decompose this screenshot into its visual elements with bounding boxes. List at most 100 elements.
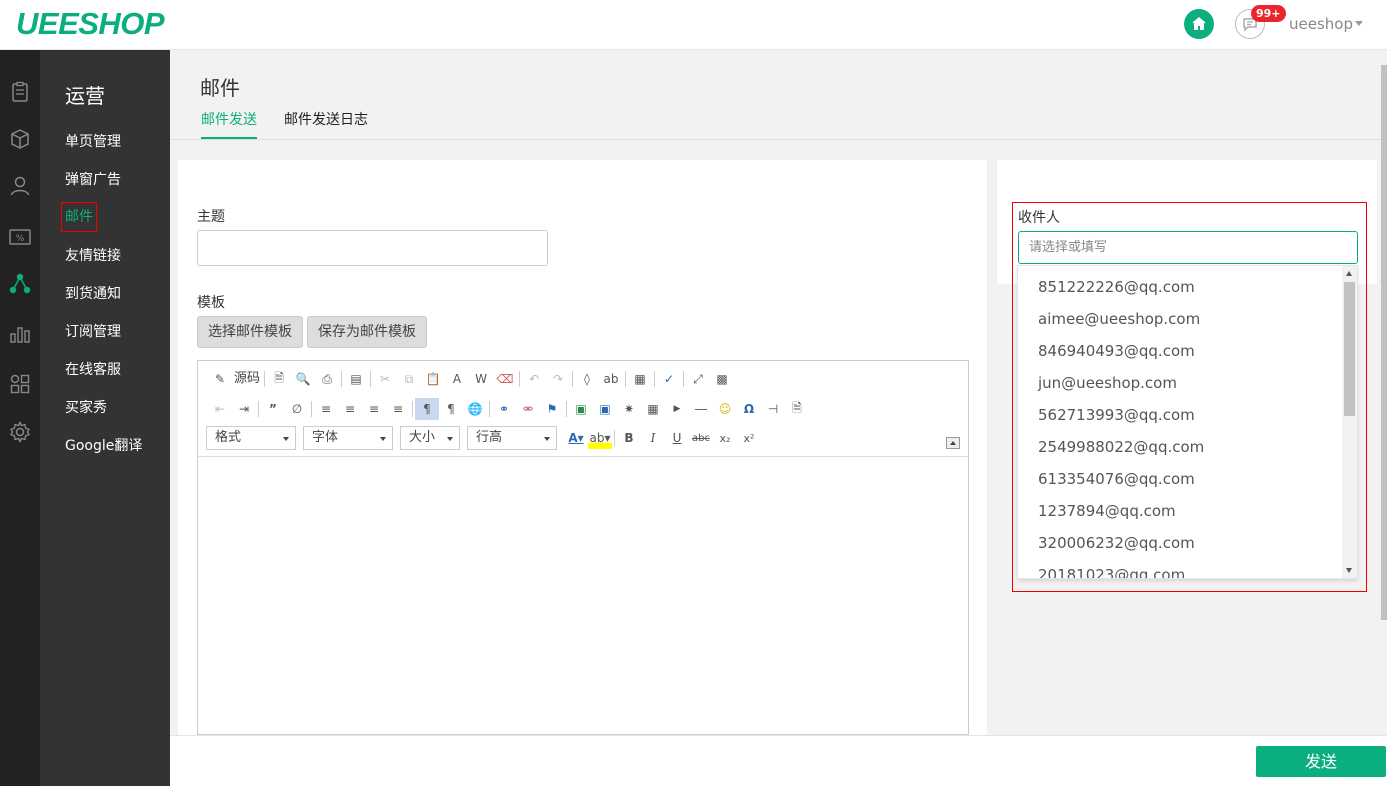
settings-icon[interactable] [8, 420, 32, 444]
flash-icon[interactable]: ✷ [617, 398, 641, 420]
strikethrough-icon[interactable]: abc [689, 427, 713, 449]
bar-chart-icon[interactable] [8, 322, 32, 346]
menu-item-popup-ads[interactable]: 弹窗广告 [65, 170, 121, 190]
user-icon[interactable] [8, 174, 32, 198]
new-page-icon[interactable]: 🗎 [267, 368, 291, 390]
user-menu[interactable]: ueeshop [1289, 15, 1353, 33]
underline-icon[interactable]: U [665, 427, 689, 449]
paste-icon[interactable]: 📋 [421, 368, 445, 390]
ltr-icon[interactable]: ¶ [415, 398, 439, 420]
show-blocks-icon[interactable]: ▩ [710, 368, 734, 390]
recipient-option[interactable]: aimee@ueeshop.com [1018, 303, 1344, 335]
page-scrollbar[interactable] [1381, 50, 1387, 735]
smiley-icon[interactable]: ☺ [713, 398, 737, 420]
collapse-toolbar-button[interactable] [946, 437, 960, 449]
text-color-icon[interactable]: A▾ [564, 427, 588, 449]
save-template-button[interactable]: 保存为邮件模板 [307, 316, 427, 348]
scroll-down-icon[interactable] [1346, 568, 1352, 573]
size-select[interactable]: 大小 [400, 426, 460, 450]
recipient-option[interactable]: 846940493@qq.com [1018, 335, 1344, 367]
special-char-icon[interactable]: Ω [737, 398, 761, 420]
scrollbar-thumb[interactable] [1344, 282, 1355, 416]
replace-icon[interactable]: ab [599, 368, 623, 390]
maximize-icon[interactable]: ⤢ [686, 368, 710, 390]
bold-icon[interactable]: B [617, 427, 641, 449]
align-right-icon[interactable]: ≡ [362, 398, 386, 420]
link-icon[interactable]: ⚭ [492, 398, 516, 420]
cut-icon[interactable]: ✂ [373, 368, 397, 390]
menu-item-pages[interactable]: 单页管理 [65, 132, 121, 152]
menu-item-arrival-notice[interactable]: 到货通知 [65, 284, 121, 304]
menu-item-links[interactable]: 友情链接 [65, 246, 121, 266]
recipient-option[interactable]: 2549988022@qq.com [1018, 431, 1344, 463]
rtl-icon[interactable]: ¶ [439, 398, 463, 420]
select-all-icon[interactable]: ▦ [628, 368, 652, 390]
scroll-up-icon[interactable] [1346, 271, 1352, 276]
background-color-icon[interactable]: ab▾ [588, 427, 612, 449]
paste-text-icon[interactable]: A [445, 368, 469, 390]
print-icon[interactable]: ⎙ [315, 368, 339, 390]
tab-email-send[interactable]: 邮件发送 [201, 110, 257, 139]
anchor-flag-icon[interactable]: ⚑ [540, 398, 564, 420]
recipient-input[interactable]: 请选择或填写 [1018, 231, 1358, 264]
source-button[interactable]: 源码 [232, 368, 262, 390]
italic-icon[interactable]: I [641, 427, 665, 449]
recipient-option[interactable]: 613354076@qq.com [1018, 463, 1344, 495]
send-button[interactable]: 发送 [1256, 746, 1386, 777]
superscript-icon[interactable]: x² [737, 427, 761, 449]
find-icon[interactable]: ◊ [575, 368, 599, 390]
clipboard-icon[interactable] [8, 80, 32, 104]
div-container-icon[interactable]: ∅ [285, 398, 309, 420]
recipient-option[interactable]: 20181023@qq.com [1018, 559, 1344, 578]
format-select[interactable]: 格式 [206, 426, 296, 450]
menu-item-google-translate[interactable]: Google翻译 [65, 436, 142, 456]
language-icon[interactable]: 🌐 [463, 398, 487, 420]
youtube-icon[interactable]: ▶ [665, 398, 689, 420]
box-icon[interactable] [8, 127, 32, 151]
image-upload-icon[interactable]: ▣ [593, 398, 617, 420]
templates-icon[interactable]: ▤ [344, 368, 368, 390]
editor-content-area[interactable] [198, 457, 968, 734]
subject-input[interactable] [197, 230, 548, 266]
image-icon[interactable]: ▣ [569, 398, 593, 420]
outdent-icon[interactable]: ⇤ [208, 398, 232, 420]
undo-icon[interactable]: ↶ [522, 368, 546, 390]
align-center-icon[interactable]: ≡ [338, 398, 362, 420]
copy-icon[interactable]: ⧉ [397, 368, 421, 390]
recipient-option[interactable]: 1237894@qq.com [1018, 495, 1344, 527]
menu-item-buyer-show[interactable]: 买家秀 [65, 398, 107, 418]
recipient-option[interactable]: jun@ueeshop.com [1018, 367, 1344, 399]
menu-item-subscriptions[interactable]: 订阅管理 [65, 322, 121, 342]
font-select[interactable]: 字体 [303, 426, 393, 450]
paste-word-icon[interactable]: W [469, 368, 493, 390]
logo[interactable]: UEESHOP [16, 6, 165, 42]
table-icon[interactable]: ▦ [641, 398, 665, 420]
home-button[interactable] [1184, 9, 1214, 39]
page-scrollbar-thumb[interactable] [1381, 65, 1387, 620]
recipient-option[interactable]: 562713993@qq.com [1018, 399, 1344, 431]
horizontal-rule-icon[interactable]: ― [689, 398, 713, 420]
share-icon[interactable] [8, 272, 32, 296]
source-icon[interactable]: ✎ [208, 368, 232, 390]
discount-icon[interactable]: % [8, 225, 32, 249]
tab-email-log[interactable]: 邮件发送日志 [284, 110, 368, 139]
caret-down-icon[interactable] [1355, 21, 1363, 26]
remove-format-icon[interactable]: ⌫ [493, 368, 517, 390]
blockquote-icon[interactable]: ” [261, 398, 285, 420]
redo-icon[interactable]: ↷ [546, 368, 570, 390]
menu-item-online-service[interactable]: 在线客服 [65, 360, 121, 380]
subscript-icon[interactable]: x₂ [713, 427, 737, 449]
unlink-icon[interactable]: ⚮ [516, 398, 540, 420]
recipient-option[interactable]: 320006232@qq.com [1018, 527, 1344, 559]
menu-item-email[interactable]: 邮件 [61, 202, 97, 232]
spellcheck-icon[interactable]: ✓ [657, 368, 681, 390]
grid-icon[interactable] [8, 372, 32, 396]
align-justify-icon[interactable]: ≡ [386, 398, 410, 420]
preview-icon[interactable]: 🔍 [291, 368, 315, 390]
indent-icon[interactable]: ⇥ [232, 398, 256, 420]
align-left-icon[interactable]: ≡ [314, 398, 338, 420]
dropdown-scrollbar[interactable] [1342, 266, 1357, 578]
line-height-select[interactable]: 行高 [467, 426, 557, 450]
iframe-icon[interactable]: 🗎 [785, 398, 809, 420]
page-break-icon[interactable]: ⊣ [761, 398, 785, 420]
